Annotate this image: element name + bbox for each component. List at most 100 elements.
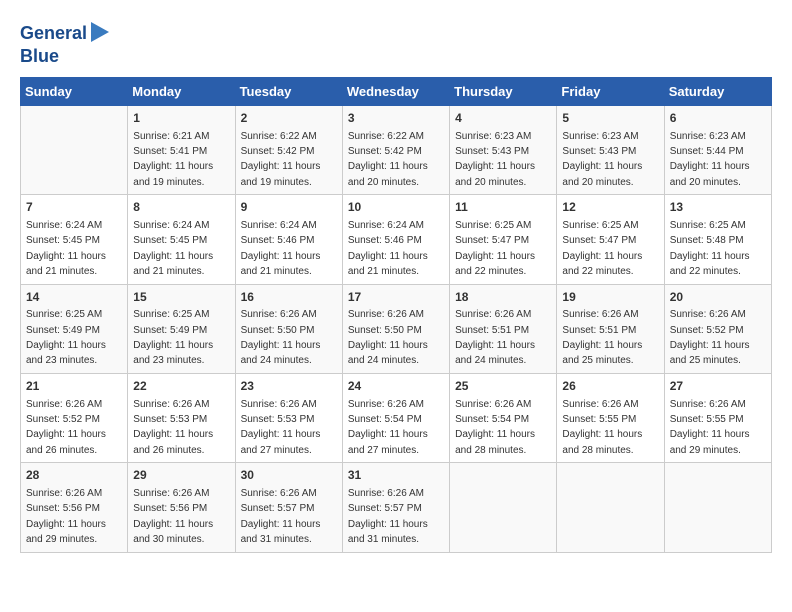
calendar-cell: 24 Sunrise: 6:26 AMSunset: 5:54 PMDayligh… <box>342 373 449 462</box>
calendar-cell: 27Sunrise: 6:26 AMSunset: 5:55 PMDayligh… <box>664 373 771 462</box>
calendar-cell: 5 Sunrise: 6:23 AMSunset: 5:43 PMDaylight… <box>557 105 664 194</box>
day-detail: Sunrise: 6:22 AMSunset: 5:42 PMDaylight:… <box>241 131 321 188</box>
day-number: 31 <box>348 467 444 484</box>
day-number: 9 <box>241 199 337 216</box>
calendar-header-row: SundayMondayTuesdayWednesdayThursdayFrid… <box>21 77 772 105</box>
calendar-cell: 11 Sunrise: 6:25 AMSunset: 5:47 PMDayligh… <box>450 195 557 284</box>
calendar-cell: 4 Sunrise: 6:23 AMSunset: 5:43 PMDaylight… <box>450 105 557 194</box>
calendar-week-row: 1 Sunrise: 6:21 AMSunset: 5:41 PMDaylight… <box>21 105 772 194</box>
day-number: 19 <box>562 289 658 306</box>
day-number: 14 <box>26 289 122 306</box>
header-thursday: Thursday <box>450 77 557 105</box>
day-number: 1 <box>133 110 229 127</box>
day-detail: Sunrise: 6:26 AMSunset: 5:51 PMDaylight:… <box>455 309 535 366</box>
day-number: 11 <box>455 199 551 216</box>
day-number: 26 <box>562 378 658 395</box>
day-number: 3 <box>348 110 444 127</box>
calendar-cell: 16 Sunrise: 6:26 AMSunset: 5:50 PMDayligh… <box>235 284 342 373</box>
day-detail: Sunrise: 6:25 AMSunset: 5:49 PMDaylight:… <box>26 309 106 366</box>
calendar-cell: 21 Sunrise: 6:26 AMSunset: 5:52 PMDayligh… <box>21 373 128 462</box>
day-detail: Sunrise: 6:21 AMSunset: 5:41 PMDaylight:… <box>133 131 213 188</box>
day-number: 10 <box>348 199 444 216</box>
calendar-cell: 20 Sunrise: 6:26 AMSunset: 5:52 PMDayligh… <box>664 284 771 373</box>
calendar-cell: 15Sunrise: 6:25 AMSunset: 5:49 PMDayligh… <box>128 284 235 373</box>
calendar-cell: 28Sunrise: 6:26 AMSunset: 5:56 PMDayligh… <box>21 463 128 552</box>
calendar-week-row: 21 Sunrise: 6:26 AMSunset: 5:52 PMDayligh… <box>21 373 772 462</box>
page-header: General Blue <box>20 20 772 67</box>
day-number: 17 <box>348 289 444 306</box>
calendar-cell: 26 Sunrise: 6:26 AMSunset: 5:55 PMDayligh… <box>557 373 664 462</box>
day-detail: Sunrise: 6:23 AMSunset: 5:43 PMDaylight:… <box>455 131 535 188</box>
day-detail: Sunrise: 6:26 AMSunset: 5:50 PMDaylight:… <box>348 309 428 366</box>
logo-text-line1: General <box>20 24 87 44</box>
calendar-cell: 1 Sunrise: 6:21 AMSunset: 5:41 PMDaylight… <box>128 105 235 194</box>
day-detail: Sunrise: 6:26 AMSunset: 5:54 PMDaylight:… <box>455 399 535 456</box>
day-detail: Sunrise: 6:23 AMSunset: 5:43 PMDaylight:… <box>562 131 642 188</box>
day-detail: Sunrise: 6:26 AMSunset: 5:53 PMDaylight:… <box>241 399 321 456</box>
logo: General Blue <box>20 20 109 67</box>
day-number: 24 <box>348 378 444 395</box>
day-number: 16 <box>241 289 337 306</box>
calendar-table: SundayMondayTuesdayWednesdayThursdayFrid… <box>20 77 772 553</box>
day-number: 30 <box>241 467 337 484</box>
day-detail: Sunrise: 6:26 AMSunset: 5:50 PMDaylight:… <box>241 309 321 366</box>
day-detail: Sunrise: 6:22 AMSunset: 5:42 PMDaylight:… <box>348 131 428 188</box>
calendar-cell: 29Sunrise: 6:26 AMSunset: 5:56 PMDayligh… <box>128 463 235 552</box>
calendar-cell: 14 Sunrise: 6:25 AMSunset: 5:49 PMDayligh… <box>21 284 128 373</box>
day-number: 23 <box>241 378 337 395</box>
day-detail: Sunrise: 6:26 AMSunset: 5:53 PMDaylight:… <box>133 399 213 456</box>
logo-arrow-icon <box>91 22 109 42</box>
calendar-cell: 8 Sunrise: 6:24 AMSunset: 5:45 PMDaylight… <box>128 195 235 284</box>
day-detail: Sunrise: 6:26 AMSunset: 5:52 PMDaylight:… <box>26 399 106 456</box>
header-monday: Monday <box>128 77 235 105</box>
day-number: 18 <box>455 289 551 306</box>
calendar-cell: 7 Sunrise: 6:24 AMSunset: 5:45 PMDaylight… <box>21 195 128 284</box>
day-detail: Sunrise: 6:26 AMSunset: 5:57 PMDaylight:… <box>348 488 428 545</box>
day-detail: Sunrise: 6:24 AMSunset: 5:46 PMDaylight:… <box>348 220 428 277</box>
day-number: 21 <box>26 378 122 395</box>
day-number: 2 <box>241 110 337 127</box>
calendar-cell: 22 Sunrise: 6:26 AMSunset: 5:53 PMDayligh… <box>128 373 235 462</box>
day-detail: Sunrise: 6:24 AMSunset: 5:46 PMDaylight:… <box>241 220 321 277</box>
logo-text-line2: Blue <box>20 47 59 67</box>
calendar-cell: 12 Sunrise: 6:25 AMSunset: 5:47 PMDayligh… <box>557 195 664 284</box>
day-detail: Sunrise: 6:24 AMSunset: 5:45 PMDaylight:… <box>133 220 213 277</box>
day-number: 8 <box>133 199 229 216</box>
calendar-week-row: 28Sunrise: 6:26 AMSunset: 5:56 PMDayligh… <box>21 463 772 552</box>
day-number: 28 <box>26 467 122 484</box>
day-detail: Sunrise: 6:25 AMSunset: 5:47 PMDaylight:… <box>562 220 642 277</box>
day-detail: Sunrise: 6:26 AMSunset: 5:55 PMDaylight:… <box>562 399 642 456</box>
day-detail: Sunrise: 6:26 AMSunset: 5:57 PMDaylight:… <box>241 488 321 545</box>
day-detail: Sunrise: 6:25 AMSunset: 5:48 PMDaylight:… <box>670 220 750 277</box>
day-number: 25 <box>455 378 551 395</box>
calendar-week-row: 14 Sunrise: 6:25 AMSunset: 5:49 PMDayligh… <box>21 284 772 373</box>
calendar-cell: 10 Sunrise: 6:24 AMSunset: 5:46 PMDayligh… <box>342 195 449 284</box>
calendar-cell: 13 Sunrise: 6:25 AMSunset: 5:48 PMDayligh… <box>664 195 771 284</box>
day-number: 7 <box>26 199 122 216</box>
day-detail: Sunrise: 6:24 AMSunset: 5:45 PMDaylight:… <box>26 220 106 277</box>
header-friday: Friday <box>557 77 664 105</box>
header-saturday: Saturday <box>664 77 771 105</box>
calendar-cell: 19 Sunrise: 6:26 AMSunset: 5:51 PMDayligh… <box>557 284 664 373</box>
day-detail: Sunrise: 6:26 AMSunset: 5:52 PMDaylight:… <box>670 309 750 366</box>
day-detail: Sunrise: 6:25 AMSunset: 5:49 PMDaylight:… <box>133 309 213 366</box>
header-wednesday: Wednesday <box>342 77 449 105</box>
calendar-cell: 2 Sunrise: 6:22 AMSunset: 5:42 PMDaylight… <box>235 105 342 194</box>
calendar-cell: 23 Sunrise: 6:26 AMSunset: 5:53 PMDayligh… <box>235 373 342 462</box>
calendar-cell <box>557 463 664 552</box>
day-detail: Sunrise: 6:26 AMSunset: 5:51 PMDaylight:… <box>562 309 642 366</box>
day-number: 5 <box>562 110 658 127</box>
calendar-cell: 30 Sunrise: 6:26 AMSunset: 5:57 PMDayligh… <box>235 463 342 552</box>
day-detail: Sunrise: 6:25 AMSunset: 5:47 PMDaylight:… <box>455 220 535 277</box>
day-number: 20 <box>670 289 766 306</box>
day-detail: Sunrise: 6:26 AMSunset: 5:54 PMDaylight:… <box>348 399 428 456</box>
day-number: 12 <box>562 199 658 216</box>
calendar-cell <box>664 463 771 552</box>
calendar-cell: 31 Sunrise: 6:26 AMSunset: 5:57 PMDayligh… <box>342 463 449 552</box>
calendar-cell: 17 Sunrise: 6:26 AMSunset: 5:50 PMDayligh… <box>342 284 449 373</box>
calendar-cell: 3 Sunrise: 6:22 AMSunset: 5:42 PMDaylight… <box>342 105 449 194</box>
day-number: 22 <box>133 378 229 395</box>
day-number: 13 <box>670 199 766 216</box>
day-number: 6 <box>670 110 766 127</box>
day-number: 4 <box>455 110 551 127</box>
